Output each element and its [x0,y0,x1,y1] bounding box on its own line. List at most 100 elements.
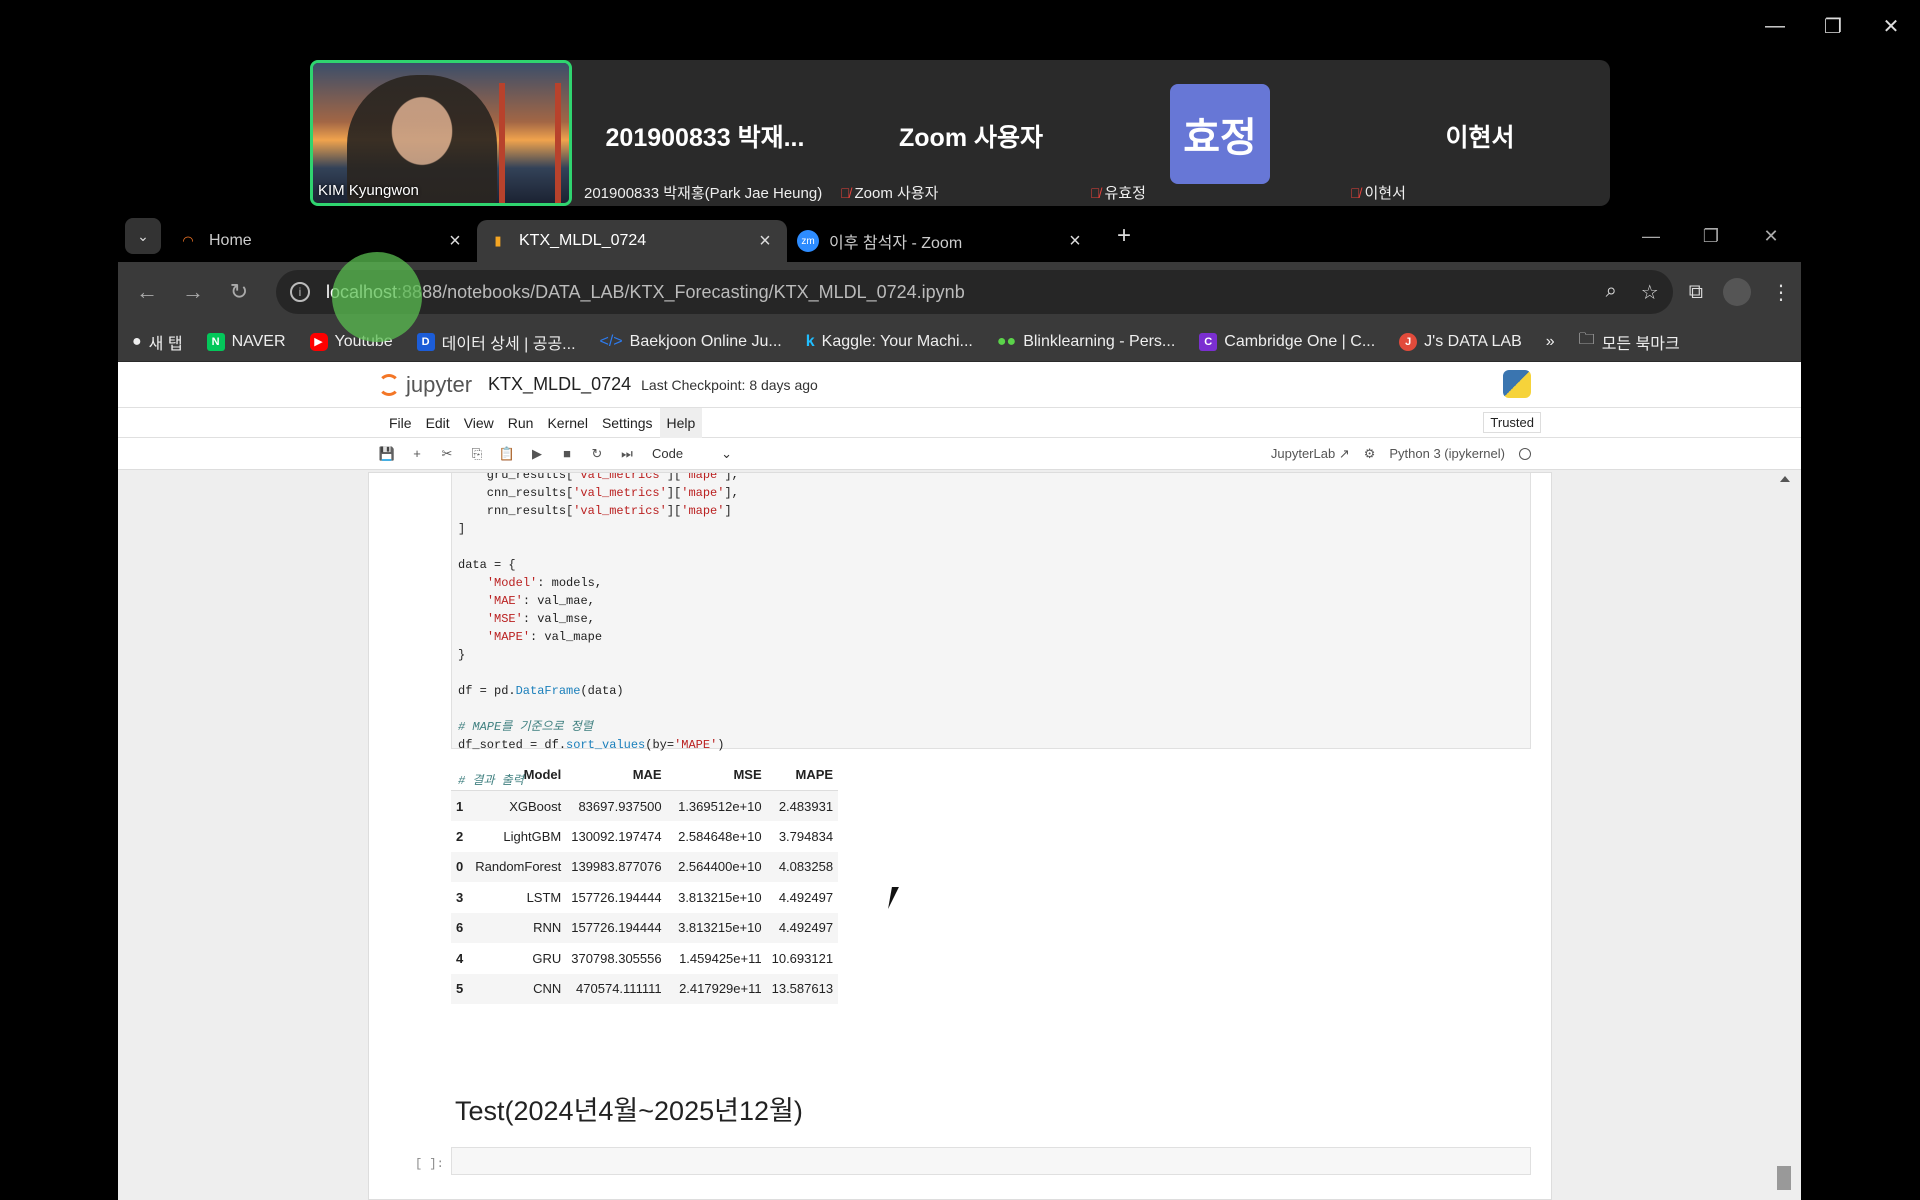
globe-icon: ● [132,332,142,350]
bookmark-kaggle[interactable]: k Kaggle: Your Machi... [806,333,973,351]
bookmark-blinklearning[interactable]: ●● Blinklearning - Pers... [997,333,1175,351]
cell-prompt: [ ]: [415,1157,444,1171]
new-tab-icon[interactable]: + [1117,222,1131,250]
profile-avatar[interactable] [1723,278,1751,306]
menu-edit[interactable]: Edit [419,408,457,438]
run-icon[interactable]: ▶ [522,446,552,462]
results-table: Model MAE MSE MAPE 1 XGBoost 83697.937500 1… [451,759,839,1004]
close-icon[interactable]: ✕ [1862,8,1920,44]
jupyter-header: jupyter KTX_MLDL_0724 Last Checkpoint: 8… [118,362,1801,408]
jupyter-logo[interactable]: jupyter [378,372,472,398]
checkpoint-status: Last Checkpoint: 8 days ago [641,376,818,393]
menu-settings[interactable]: Settings [595,408,660,438]
code-cell[interactable]: gru_results['val_metrics']['mape'], cnn_… [451,473,1531,806]
address-bar[interactable]: i localhost:8888/notebooks/DATA_LAB/KTX_… [276,270,1673,314]
restart-icon[interactable]: ↻ [582,446,612,462]
restore-icon[interactable]: ❐ [1681,210,1741,262]
all-bookmarks[interactable]: 🗀 모든 북마크 [1579,328,1680,355]
table-row: 0 RandomForest 139983.877076 2.564400e+10 4.… [451,851,839,882]
cell-type-select[interactable]: Code ⌄ [652,446,732,462]
run-all-icon[interactable]: ⏭ [612,446,642,462]
bookmark-jsdatalab[interactable]: J J's DATA LAB [1399,332,1522,351]
minimize-icon[interactable]: — [1746,8,1804,44]
bookmark-cambridge[interactable]: C Cambridge One | C... [1199,332,1375,351]
participant-tile[interactable]: 이현서 🎙̸ 이현서 [1350,60,1610,206]
markdown-heading[interactable]: Test(2024년4월~2025년12월) [455,1089,803,1128]
site-info-icon[interactable]: i [290,282,310,302]
participant-display-name: 이현서 [1445,124,1515,152]
tab-title: KTX_MLDL_0724 [519,232,647,249]
menu-run[interactable]: Run [501,408,541,438]
participant-display-name: Zoom 사용자 [899,124,1043,152]
close-icon[interactable]: ✕ [1741,210,1801,262]
cut-icon[interactable]: ✂ [432,446,462,462]
close-icon[interactable]: × [1063,230,1087,253]
column-header: MSE [666,759,767,791]
zoom-icon-magnifier[interactable]: ⌕ [1606,280,1617,305]
minimize-icon[interactable]: — [1621,210,1681,262]
menu-file[interactable]: File [382,408,419,438]
bookmark-data-portal[interactable]: D 데이터 상세 | 공공... [416,330,576,354]
datalab-icon: J [1399,332,1418,351]
jupyter-icon: ◠ [182,233,194,248]
stop-icon[interactable]: ■ [552,446,582,461]
notebook-content: gru_results['val_metrics']['mape'], cnn_… [368,472,1552,1200]
close-icon[interactable]: × [443,230,467,253]
table-row: 5 CNN 470574.111111 2.417929e+11 13.587613 [451,973,839,1004]
table-row: 2 LightGBM 130092.197474 2.584648e+10 3.7948… [456,828,834,844]
kernel-name[interactable]: Python 3 (ipykernel) [1389,446,1505,461]
participant-tile[interactable]: Zoom 사용자 🎙̸ Zoom 사용자 [836,60,1106,206]
dataframe-output: Model MAE MSE MAPE 1 XGBoost 83697.937500 1… [451,759,839,1004]
jupyterlab-link[interactable]: JupyterLab ↗ [1271,446,1350,462]
participant-tile[interactable]: 🎙̸ 유효정 [1090,60,1350,206]
bookmark-new-tab[interactable]: ● 새 탭 [132,330,183,354]
menu-view[interactable]: View [457,408,501,438]
blink-icon: ●● [996,332,1017,350]
scrollbar[interactable] [1777,472,1793,1200]
paste-icon[interactable]: 📋 [492,446,522,462]
jupyter-logo-icon [378,373,400,396]
notebook-icon: ▮ [494,233,502,248]
restore-icon[interactable]: ❐ [1804,8,1862,44]
table-row: 3 LSTM 157726.194444 3.813215e+10 4.492497 [456,889,834,905]
empty-code-cell[interactable] [451,1147,1531,1175]
close-icon[interactable]: × [753,230,777,253]
settings-icon[interactable]: ⚙ [1364,446,1376,462]
table-row: 1 XGBoost 83697.937500 1.369512e+10 2.483931 [451,790,839,821]
scroll-up-icon[interactable] [1780,476,1790,482]
zoom-participant-strip: KIM Kyungwon 201900833 박재... 201900833 박… [310,60,1610,206]
reload-icon[interactable]: ↻ [220,273,258,311]
notebook-title[interactable]: KTX_MLDL_0724 [488,374,631,395]
tab-search-button[interactable]: ⌄ [125,218,161,254]
back-icon[interactable]: ← [128,273,166,311]
cursor-highlight [332,252,422,342]
python-logo-icon [1503,370,1531,398]
menu-help[interactable]: Help [659,407,703,438]
menu-icon[interactable]: ⋮ [1771,280,1791,305]
bookmark-star-icon[interactable]: ☆ [1641,280,1659,305]
mic-muted-icon: 🎙̸ [1350,185,1361,201]
save-icon[interactable]: 💾 [372,446,402,462]
menu-kernel[interactable]: Kernel [540,408,594,438]
scrollbar-thumb[interactable] [1777,1166,1791,1190]
participant-tile-video[interactable]: KIM Kyungwon [310,60,572,206]
tab-ktx-mldl[interactable]: ▮ KTX_MLDL_0724 × [477,220,787,262]
extensions-icon[interactable]: ⧉ [1689,281,1703,304]
tab-home[interactable]: ◠ Home × [167,220,477,262]
copy-icon[interactable]: ⎘ [462,446,492,462]
mic-muted-icon: 🎙̸ [840,185,851,201]
kaggle-icon: k [805,332,815,350]
trusted-badge[interactable]: Trusted [1483,412,1541,433]
participant-tile[interactable]: 201900833 박재... 201900833 박재홍(Park Jae H… [576,60,834,206]
more-bookmarks-icon[interactable]: » [1546,333,1555,351]
browser-window-controls: — ❐ ✕ [1621,210,1801,262]
bookmark-naver[interactable]: N NAVER [206,332,286,351]
forward-icon[interactable]: → [174,273,212,311]
add-cell-icon[interactable]: + [402,446,432,461]
bookmark-baekjoon[interactable]: </> Baekjoon Online Ju... [600,333,782,351]
mic-muted-icon: 🎙̸ [1090,185,1101,201]
bridge-image [499,83,561,203]
chevron-down-icon: ⌄ [721,445,732,461]
participant-name: 🎙̸ 유효정 [1090,185,1146,202]
tab-zoom[interactable]: zm 이후 참석자 - Zoom × [787,220,1097,262]
